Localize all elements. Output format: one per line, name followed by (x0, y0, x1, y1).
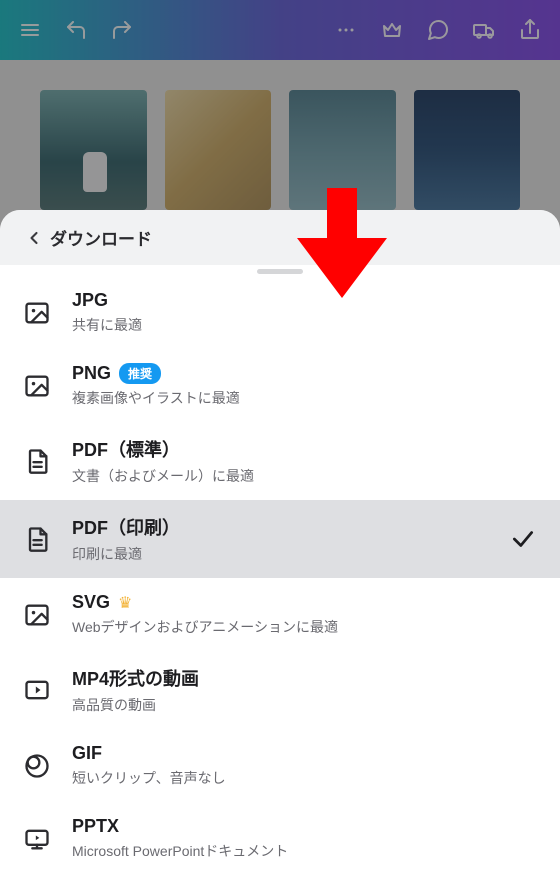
share-icon[interactable] (512, 12, 548, 48)
image-icon (22, 298, 52, 328)
design-image (414, 90, 521, 210)
format-title: PPTX (72, 816, 119, 837)
format-option-gif[interactable]: GIF 短いクリップ、音声なし (0, 729, 560, 802)
design-image (165, 90, 272, 210)
crown-icon[interactable] (374, 12, 410, 48)
format-desc: 短いクリップ、音声なし (72, 768, 538, 788)
more-icon[interactable] (328, 12, 364, 48)
doc-icon (22, 524, 52, 554)
menu-icon[interactable] (12, 12, 48, 48)
format-option-svg[interactable]: SVG ♛ Webデザインおよびアニメーションに最適 (0, 578, 560, 651)
format-desc: 共有に最適 (72, 315, 538, 335)
design-image (289, 90, 396, 210)
format-desc: 文書（およびメール）に最適 (72, 466, 538, 486)
format-title: GIF (72, 743, 102, 764)
doc-icon (22, 446, 52, 476)
back-button[interactable] (18, 228, 50, 248)
format-title: MP4形式の動画 (72, 665, 199, 691)
format-option-mp4-[interactable]: MP4形式の動画高品質の動画 (0, 651, 560, 729)
format-title: PDF（印刷） (72, 514, 180, 540)
checkmark-icon (508, 526, 538, 552)
redo-icon[interactable] (104, 12, 140, 48)
format-desc: 複素画像やイラストに最適 (72, 388, 538, 408)
format-desc: Microsoft PowerPointドキュメント (72, 841, 538, 861)
format-desc: 印刷に最適 (72, 544, 488, 564)
format-option-png[interactable]: PNG 推奨複素画像やイラストに最適 (0, 349, 560, 422)
format-option-pptx[interactable]: PPTX Microsoft PowerPointドキュメント (0, 802, 560, 871)
format-option-pdf-[interactable]: PDF（印刷） 印刷に最適 (0, 500, 560, 578)
truck-icon[interactable] (466, 12, 502, 48)
recommended-badge: 推奨 (119, 363, 161, 384)
image-icon (22, 600, 52, 630)
format-title: SVG (72, 592, 110, 613)
comment-icon[interactable] (420, 12, 456, 48)
format-desc: Webデザインおよびアニメーションに最適 (72, 617, 538, 637)
sheet-header: ダウンロード (0, 210, 560, 265)
sheet-handle[interactable] (257, 269, 303, 274)
format-title: PNG (72, 363, 111, 384)
design-image (40, 90, 147, 210)
video-icon (22, 675, 52, 705)
format-option-pdf-[interactable]: PDF（標準） 文書（およびメール）に最適 (0, 422, 560, 500)
format-title: JPG (72, 290, 108, 311)
pptx-icon (22, 824, 52, 854)
gif-icon (22, 751, 52, 781)
image-icon (22, 371, 52, 401)
format-option-jpg[interactable]: JPG 共有に最適 (0, 276, 560, 349)
download-sheet: ダウンロード JPG 共有に最適 PNG 推奨複素画像やイラストに最適 PDF（標準） 文… (0, 210, 560, 871)
undo-icon[interactable] (58, 12, 94, 48)
sheet-title: ダウンロード (50, 225, 152, 250)
format-title: PDF（標準） (72, 436, 180, 462)
format-options-list: JPG 共有に最適 PNG 推奨複素画像やイラストに最適 PDF（標準） 文書（およびメー… (0, 276, 560, 871)
format-desc: 高品質の動画 (72, 695, 538, 715)
premium-crown-icon: ♛ (118, 593, 132, 613)
topbar (0, 0, 560, 60)
